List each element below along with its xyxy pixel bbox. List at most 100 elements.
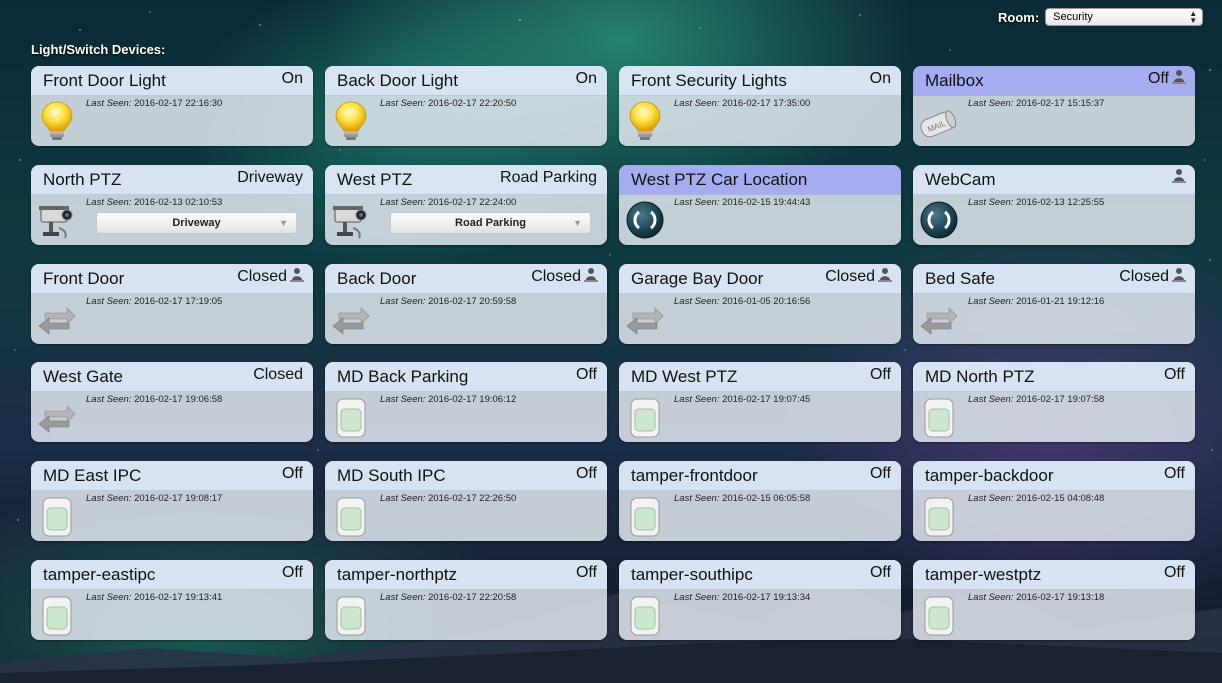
device-tile-header[interactable]: Front Door Closed [31, 264, 313, 294]
device-tile-front-door[interactable]: Front Door Closed Last Seen: 2016-02-17 17… [31, 264, 313, 344]
device-name: West PTZ [337, 170, 413, 189]
device-tile-west-ptz-car-location[interactable]: West PTZ Car Location Last Seen: 2016-02-… [619, 165, 901, 245]
last-seen-value: 2016-02-17 19:13:41 [134, 592, 223, 603]
preset-dropdown[interactable]: Driveway ▼ [96, 212, 297, 234]
device-tile-header[interactable]: Front Security Lights On [619, 66, 901, 96]
device-tile-header[interactable]: Back Door Light On [325, 66, 607, 96]
device-tile-west-gate[interactable]: West Gate Closed Last Seen: 2016-02-17 19:… [31, 362, 313, 442]
device-tile-header[interactable]: tamper-southipc Off [619, 560, 901, 590]
device-tile-tamper-frontdoor[interactable]: tamper-frontdoor Off Last Seen: 2016-02-15… [619, 461, 901, 541]
last-seen-label: Last Seen: [968, 592, 1014, 603]
device-tile-header[interactable]: West Gate Closed [31, 362, 313, 392]
last-seen-value: 2016-02-17 20:59:58 [428, 296, 517, 307]
device-tile-header[interactable]: MD North PTZ Off [913, 362, 1195, 392]
device-tile-tamper-northptz[interactable]: tamper-northptz Off Last Seen: 2016-02-17 … [325, 560, 607, 640]
last-seen-label: Last Seen: [968, 394, 1014, 405]
device-tile-header[interactable]: Back Door Closed [325, 264, 607, 294]
person-icon[interactable] [1172, 267, 1186, 282]
device-tile-header[interactable]: North PTZ Driveway [31, 165, 313, 195]
device-tile-tamper-westptz[interactable]: tamper-westptz Off Last Seen: 2016-02-17 1… [913, 560, 1195, 640]
device-name: MD East IPC [43, 466, 142, 485]
last-seen-value: 2016-01-21 19:12:16 [1016, 296, 1105, 307]
device-tile-header[interactable]: Mailbox Off [913, 66, 1195, 96]
preset-dropdown[interactable]: Road Parking ▼ [390, 212, 591, 234]
caret-down-icon: ▼ [279, 218, 288, 228]
device-tile-mailbox[interactable]: Mailbox Off MAIL Last Seen: 2016-02-17 15:1… [913, 66, 1195, 146]
device-tile-md-back-parking[interactable]: MD Back Parking Off Last Seen: 2016-02-17 … [325, 362, 607, 442]
device-tile-header[interactable]: tamper-northptz Off [325, 560, 607, 590]
device-tile-tamper-eastipc[interactable]: tamper-eastipc Off Last Seen: 2016-02-17 1… [31, 560, 313, 640]
device-tile-tamper-backdoor[interactable]: tamper-backdoor Off Last Seen: 2016-02-15 … [913, 461, 1195, 541]
motion-sensor-icon [625, 395, 665, 439]
person-icon[interactable] [290, 267, 304, 282]
device-state: On [869, 70, 891, 87]
last-seen-value: 2016-02-17 19:08:17 [134, 493, 223, 504]
last-seen-value: 2016-02-17 22:16:30 [134, 98, 223, 109]
last-seen-value: 2016-02-13 02:10:53 [134, 197, 223, 208]
last-seen-value: 2016-02-17 19:13:18 [1016, 592, 1105, 603]
device-tile-back-door-light[interactable]: Back Door Light On Last Seen: 2016-02-17 2… [325, 66, 607, 146]
device-tile-header[interactable]: West PTZ Road Parking [325, 165, 607, 195]
last-seen-label: Last Seen: [86, 296, 132, 307]
device-tile-header[interactable]: tamper-westptz Off [913, 560, 1195, 590]
motion-sensor-icon [919, 494, 959, 538]
device-tile-north-ptz[interactable]: North PTZ Driveway Last Seen: 2016-02-13 0… [31, 165, 313, 245]
person-icon[interactable] [878, 267, 892, 282]
device-tile-garage-bay-door[interactable]: Garage Bay Door Closed Last Seen: 2016-01-… [619, 264, 901, 344]
device-name: tamper-northptz [337, 565, 457, 584]
device-tile-webcam[interactable]: WebCam Last Seen: 2016-02-13 12:25:55 [913, 165, 1195, 245]
person-icon[interactable] [584, 267, 598, 282]
device-tile-md-west-ptz[interactable]: MD West PTZ Off Last Seen: 2016-02-17 19:0… [619, 362, 901, 442]
device-tile-header[interactable]: West PTZ Car Location [619, 165, 901, 195]
motion-sensor-icon [37, 593, 77, 637]
device-state: Closed [531, 268, 581, 285]
device-state: Road Parking [500, 169, 597, 186]
lightbulb-icon [37, 99, 77, 143]
last-seen-label: Last Seen: [380, 98, 426, 109]
device-tile-md-south-ipc[interactable]: MD South IPC Off Last Seen: 2016-02-17 22:… [325, 461, 607, 541]
last-seen-label: Last Seen: [968, 493, 1014, 504]
person-icon[interactable] [1172, 168, 1186, 183]
device-name: MD Back Parking [337, 367, 469, 386]
door-arrows-icon [919, 297, 959, 341]
device-tile-header[interactable]: Bed Safe Closed [913, 264, 1195, 294]
device-tile-md-north-ptz[interactable]: MD North PTZ Off Last Seen: 2016-02-17 19:… [913, 362, 1195, 442]
last-seen: Last Seen: 2016-02-15 19:44:43 [674, 197, 810, 208]
device-tile-md-east-ipc[interactable]: MD East IPC Off Last Seen: 2016-02-17 19:0… [31, 461, 313, 541]
last-seen: Last Seen: 2016-02-17 22:26:50 [380, 493, 516, 504]
motion-sensor-icon [331, 494, 371, 538]
last-seen-value: 2016-02-17 19:13:34 [722, 592, 811, 603]
device-tile-header[interactable]: Front Door Light On [31, 66, 313, 96]
device-name: MD North PTZ [925, 367, 1035, 386]
lightbulb-icon [625, 99, 665, 143]
device-tile-front-door-light[interactable]: Front Door Light On Last Seen: 2016-02-17 … [31, 66, 313, 146]
device-tile-header[interactable]: tamper-frontdoor Off [619, 461, 901, 491]
device-tile-header[interactable]: Garage Bay Door Closed [619, 264, 901, 294]
last-seen-value: 2016-02-15 06:05:58 [722, 493, 811, 504]
person-icon[interactable] [1172, 69, 1186, 84]
last-seen: Last Seen: 2016-02-15 06:05:58 [674, 493, 810, 504]
device-tile-header[interactable]: tamper-backdoor Off [913, 461, 1195, 491]
device-tile-header[interactable]: MD East IPC Off [31, 461, 313, 491]
device-tile-header[interactable]: MD West PTZ Off [619, 362, 901, 392]
device-tile-header[interactable]: WebCam [913, 165, 1195, 195]
room-dropdown[interactable]: Security ▲ ▼ [1045, 8, 1204, 26]
last-seen-value: 2016-02-15 04:08:48 [1016, 493, 1105, 504]
device-tile-front-security-lights[interactable]: Front Security Lights On Last Seen: 2016-0… [619, 66, 901, 146]
dropdown-arrows-icon: ▲ ▼ [1189, 9, 1198, 25]
last-seen-label: Last Seen: [674, 394, 720, 405]
device-name: Mailbox [925, 71, 984, 90]
last-seen-label: Last Seen: [674, 197, 720, 208]
device-name: Back Door [337, 269, 417, 288]
device-name: MD South IPC [337, 466, 446, 485]
device-tile-header[interactable]: MD Back Parking Off [325, 362, 607, 392]
device-tile-header[interactable]: MD South IPC Off [325, 461, 607, 491]
preset-dropdown-value: Driveway [172, 217, 221, 229]
device-tile-west-ptz[interactable]: West PTZ Road Parking Last Seen: 2016-02-1… [325, 165, 607, 245]
device-state: Off [575, 465, 597, 482]
device-tile-tamper-southipc[interactable]: tamper-southipc Off Last Seen: 2016-02-17 … [619, 560, 901, 640]
device-tile-header[interactable]: tamper-eastipc Off [31, 560, 313, 590]
device-tile-bed-safe[interactable]: Bed Safe Closed Last Seen: 2016-01-21 19:1… [913, 264, 1195, 344]
last-seen-value: 2016-01-05 20:16:56 [722, 296, 811, 307]
device-tile-back-door[interactable]: Back Door Closed Last Seen: 2016-02-17 20:… [325, 264, 607, 344]
